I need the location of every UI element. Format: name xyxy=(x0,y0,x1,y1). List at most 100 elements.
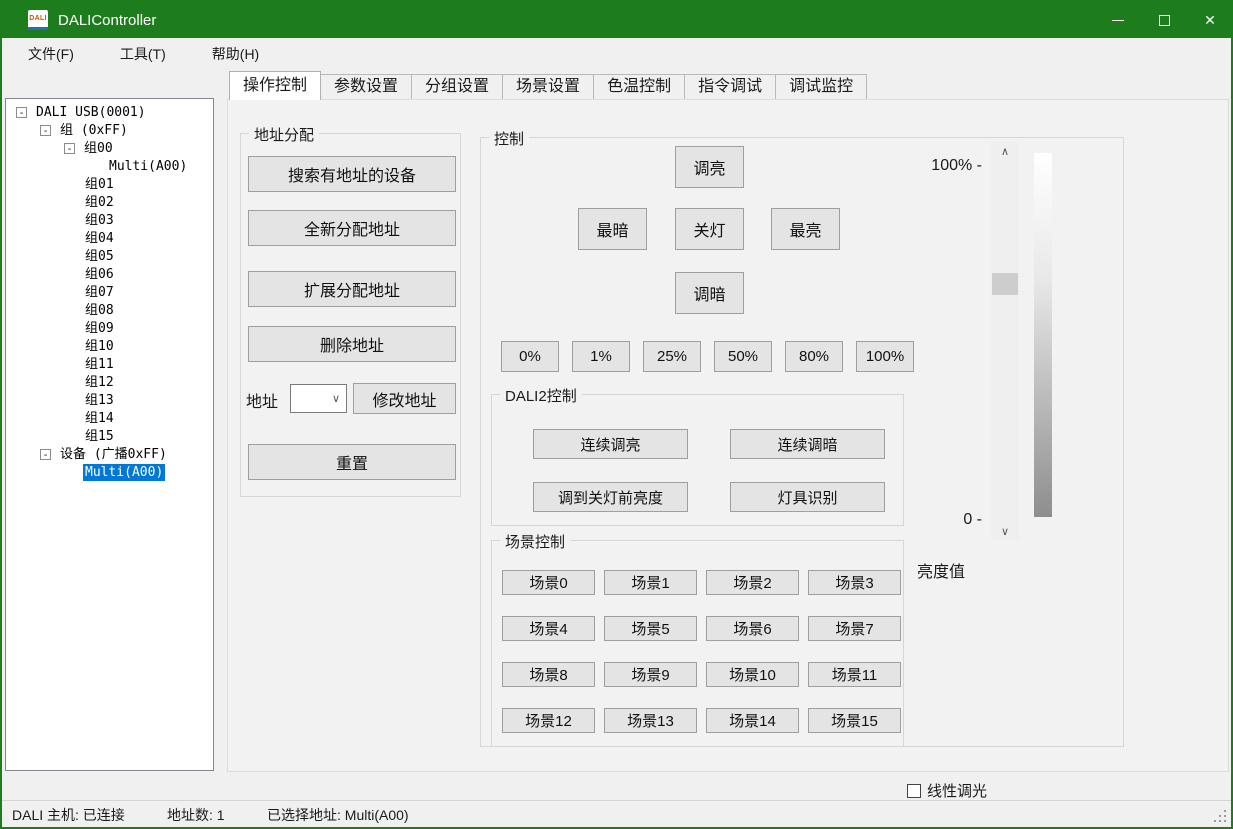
close-icon: ✕ xyxy=(1204,12,1216,29)
tree-item[interactable]: 组11 xyxy=(6,355,213,373)
tree-item[interactable]: 组13 xyxy=(6,391,213,409)
percent-button-0[interactable]: 0% xyxy=(501,341,559,372)
tree-item[interactable]: -设备 (广播0xFF) xyxy=(6,445,213,463)
dali2-button-3[interactable]: 灯具识别 xyxy=(730,482,885,512)
brightness-scrollbar[interactable]: ∧ ∨ xyxy=(991,142,1019,540)
tree-expander-icon[interactable]: - xyxy=(16,107,27,118)
address-allocation-group-title: 地址分配 xyxy=(249,124,319,145)
tree-item[interactable]: 组02 xyxy=(6,193,213,211)
dim-up-button[interactable]: 调亮 xyxy=(675,146,744,188)
scene-button-6[interactable]: 场景6 xyxy=(706,616,799,641)
device-tree: -DALI USB(0001)-组 (0xFF)-组00Multi(A00)组0… xyxy=(5,98,214,771)
dali2-button-1[interactable]: 连续调暗 xyxy=(730,429,885,459)
maximize-button[interactable] xyxy=(1141,0,1187,40)
tree-item[interactable]: 组04 xyxy=(6,229,213,247)
slider-min-label: 0 - xyxy=(922,511,982,529)
tree-expander-icon[interactable]: - xyxy=(40,449,51,460)
tab-4[interactable]: 色温控制 xyxy=(594,74,685,100)
tree-item[interactable]: 组08 xyxy=(6,301,213,319)
tab-3[interactable]: 场景设置 xyxy=(503,74,594,100)
scene-button-15[interactable]: 场景15 xyxy=(808,708,901,733)
reset-button[interactable]: 重置 xyxy=(248,444,456,480)
scene-button-5[interactable]: 场景5 xyxy=(604,616,697,641)
scene-button-10[interactable]: 场景10 xyxy=(706,662,799,687)
percent-button-5[interactable]: 100% xyxy=(856,341,914,372)
tree-item-label: 组 (0xFF) xyxy=(58,122,130,139)
scene-button-0[interactable]: 场景0 xyxy=(502,570,595,595)
scene-button-3[interactable]: 场景3 xyxy=(808,570,901,595)
dim-down-button[interactable]: 调暗 xyxy=(675,272,744,314)
tree-item[interactable]: 组07 xyxy=(6,283,213,301)
scene-button-13[interactable]: 场景13 xyxy=(604,708,697,733)
tree-item[interactable]: 组06 xyxy=(6,265,213,283)
tree-item-label: DALI USB(0001) xyxy=(34,104,148,121)
extend-assign-address-button[interactable]: 扩展分配地址 xyxy=(248,271,456,307)
menu-item-2[interactable]: 帮助(H) xyxy=(202,40,269,68)
scene-button-7[interactable]: 场景7 xyxy=(808,616,901,641)
tree-item[interactable]: 组14 xyxy=(6,409,213,427)
tree-item[interactable]: 组12 xyxy=(6,373,213,391)
scrollbar-thumb[interactable] xyxy=(992,273,1018,295)
tree-item-label: 组02 xyxy=(83,194,116,211)
tab-6[interactable]: 调试监控 xyxy=(776,74,867,100)
status-selected-address: 已选择地址: Multi(A00) xyxy=(267,805,409,825)
percent-button-2[interactable]: 25% xyxy=(643,341,701,372)
tree-item[interactable]: 组10 xyxy=(6,337,213,355)
tree-item[interactable]: Multi(A00) xyxy=(6,157,213,175)
menu-item-0[interactable]: 文件(F) xyxy=(18,40,84,68)
tab-1[interactable]: 参数设置 xyxy=(321,74,412,100)
tree-item[interactable]: Multi(A00) xyxy=(6,463,213,481)
tree-expander-icon[interactable]: - xyxy=(64,143,75,154)
linear-dimming-row: 线性调光 xyxy=(907,780,987,801)
scene-button-4[interactable]: 场景4 xyxy=(502,616,595,641)
tree-item[interactable]: -组 (0xFF) xyxy=(6,121,213,139)
menu-item-1[interactable]: 工具(T) xyxy=(110,40,176,68)
tree-item-label: 组05 xyxy=(83,248,116,265)
tree-item[interactable]: 组05 xyxy=(6,247,213,265)
search-addressed-devices-button[interactable]: 搜索有地址的设备 xyxy=(248,156,456,192)
max-brightness-button[interactable]: 最亮 xyxy=(771,208,840,250)
tree-item[interactable]: 组15 xyxy=(6,427,213,445)
scene-button-8[interactable]: 场景8 xyxy=(502,662,595,687)
scene-button-9[interactable]: 场景9 xyxy=(604,662,697,687)
address-label: 地址 xyxy=(246,388,278,412)
tree-expander-icon[interactable]: - xyxy=(40,125,51,136)
tree-item[interactable]: 组03 xyxy=(6,211,213,229)
status-host: DALI 主机: 已连接 xyxy=(12,805,125,825)
tree-item[interactable]: 组09 xyxy=(6,319,213,337)
tree-item-label: 组10 xyxy=(83,338,116,355)
scroll-up-arrow-icon[interactable]: ∧ xyxy=(991,142,1019,160)
dali2-button-2[interactable]: 调到关灯前亮度 xyxy=(533,482,688,512)
scene-button-11[interactable]: 场景11 xyxy=(808,662,901,687)
tab-strip: 操作控制参数设置分组设置场景设置色温控制指令调试调试监控 xyxy=(229,71,867,100)
tree-item[interactable]: -组00 xyxy=(6,139,213,157)
tab-5[interactable]: 指令调试 xyxy=(685,74,776,100)
assign-new-address-button[interactable]: 全新分配地址 xyxy=(248,210,456,246)
delete-address-button[interactable]: 删除地址 xyxy=(248,326,456,362)
dali2-button-0[interactable]: 连续调亮 xyxy=(533,429,688,459)
tree-item-label: 组01 xyxy=(83,176,116,193)
control-group: 控制 调亮 最暗 关灯 最亮 调暗 0%1%25%50%80%100% DALI… xyxy=(480,137,1124,747)
light-off-button[interactable]: 关灯 xyxy=(675,208,744,250)
tree-item[interactable]: -DALI USB(0001) xyxy=(6,103,213,121)
tree-item-label: 组09 xyxy=(83,320,116,337)
tab-2[interactable]: 分组设置 xyxy=(412,74,503,100)
modify-address-button[interactable]: 修改地址 xyxy=(353,383,456,414)
scene-button-2[interactable]: 场景2 xyxy=(706,570,799,595)
scroll-down-arrow-icon[interactable]: ∨ xyxy=(991,522,1019,540)
scene-button-12[interactable]: 场景12 xyxy=(502,708,595,733)
tab-0[interactable]: 操作控制 xyxy=(229,71,321,100)
resize-grip[interactable] xyxy=(1224,820,1226,822)
scene-button-1[interactable]: 场景1 xyxy=(604,570,697,595)
percent-button-4[interactable]: 80% xyxy=(785,341,843,372)
app-icon: DALI xyxy=(28,10,48,30)
address-combobox[interactable]: ∨ xyxy=(290,384,347,413)
linear-dimming-checkbox[interactable] xyxy=(907,784,921,798)
minimize-button[interactable] xyxy=(1095,0,1141,40)
percent-button-1[interactable]: 1% xyxy=(572,341,630,372)
min-brightness-button[interactable]: 最暗 xyxy=(578,208,647,250)
percent-button-3[interactable]: 50% xyxy=(714,341,772,372)
tree-item[interactable]: 组01 xyxy=(6,175,213,193)
scene-button-14[interactable]: 场景14 xyxy=(706,708,799,733)
close-button[interactable]: ✕ xyxy=(1187,0,1233,40)
